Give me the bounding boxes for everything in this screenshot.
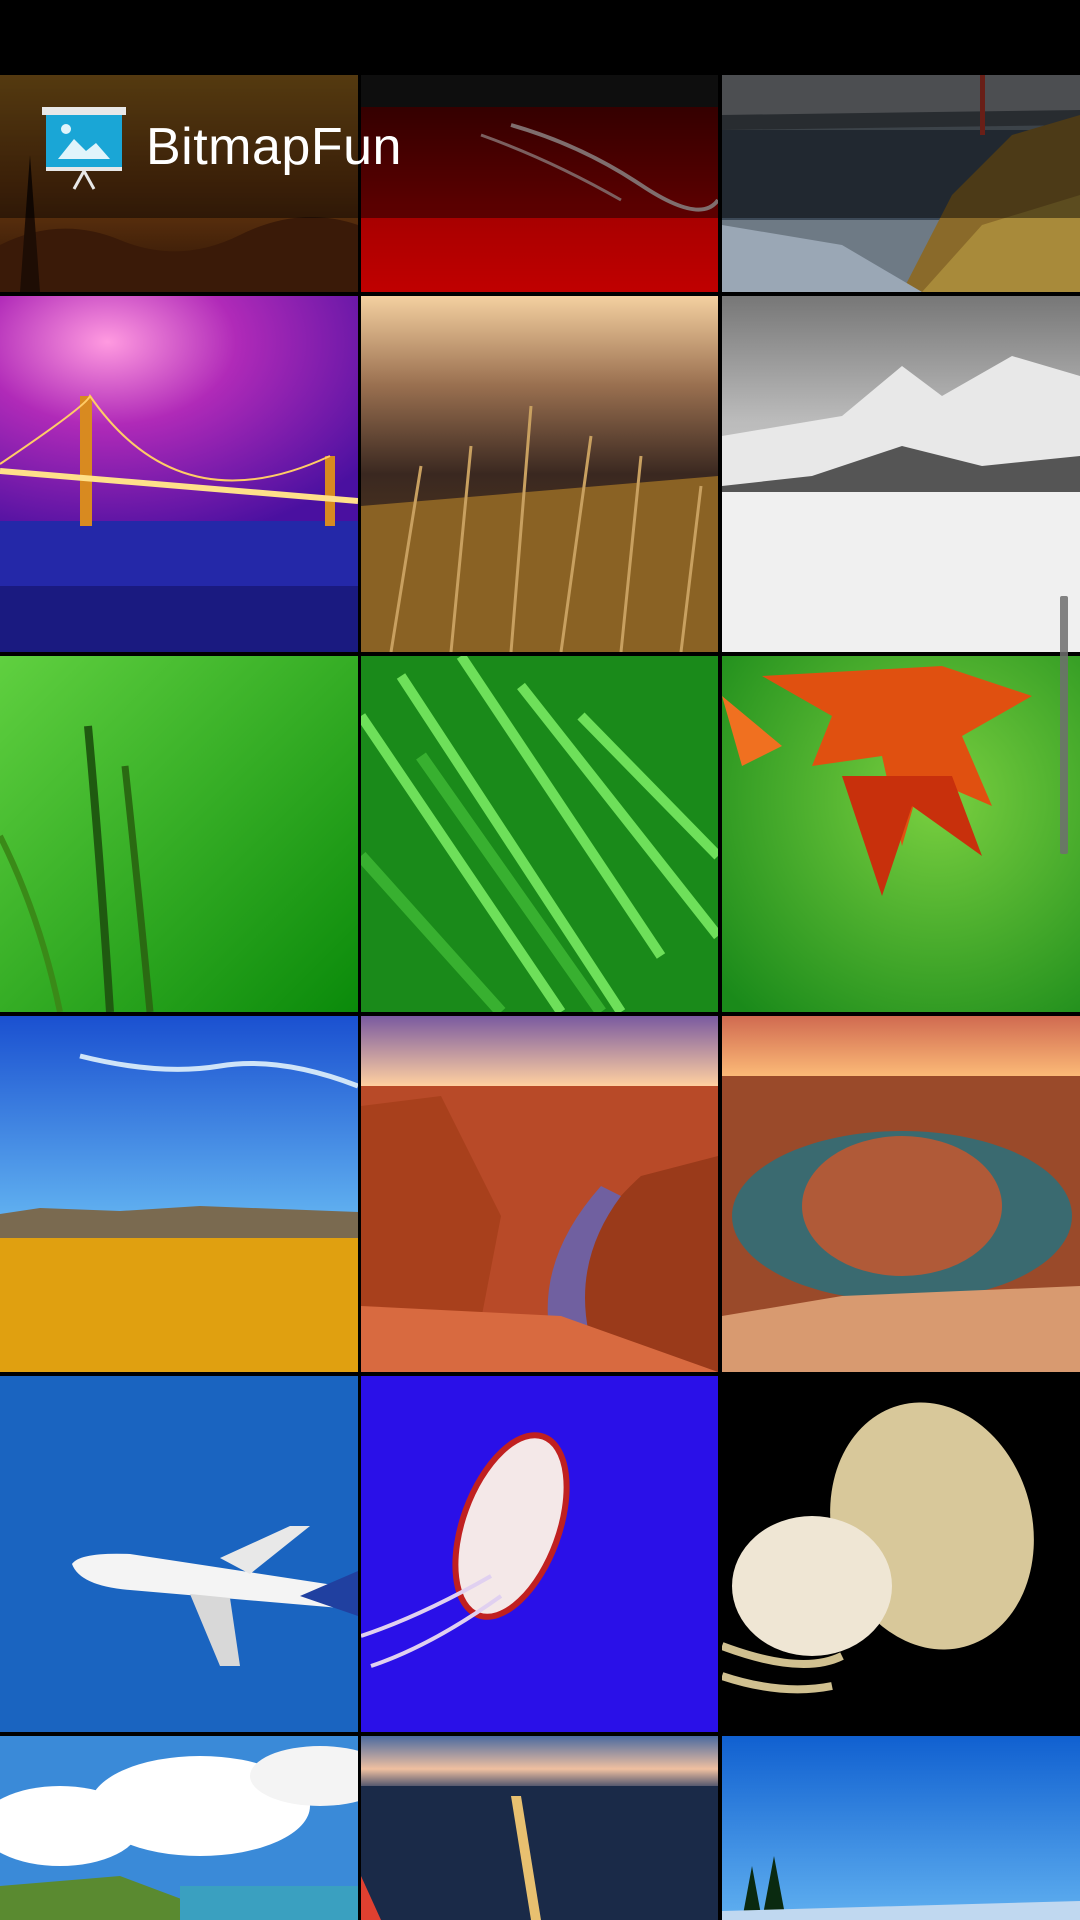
app-title: BitmapFun [146,118,402,176]
image-tile-snowy-mountains[interactable] [722,296,1080,652]
image-tile-green-grass[interactable] [0,656,358,1012]
image-tile-clouds-coast[interactable] [0,1736,358,1920]
image-tile-desert-plain[interactable] [0,1016,358,1372]
image-tile-jellyfish-black[interactable] [722,1376,1080,1732]
image-tile-maple-leaf[interactable] [722,656,1080,1012]
image-tile-blue-sky-trees[interactable] [722,1736,1080,1920]
slideshow-icon[interactable] [40,105,128,193]
status-bar [0,0,1080,75]
image-tile-golden-gate-night[interactable] [0,296,358,652]
image-tile-green-grass-closeup[interactable] [361,656,718,1012]
action-bar: BitmapFun [0,75,1080,218]
image-tile-dry-grass[interactable] [361,296,718,652]
image-tile-airplane[interactable] [0,1376,358,1732]
image-tile-red-canyon[interactable] [361,1016,718,1372]
image-tile-horseshoe-bend[interactable] [722,1016,1080,1372]
scrollbar-thumb[interactable] [1060,596,1068,854]
image-tile-city-dusk[interactable] [361,1736,718,1920]
image-tile-jellyfish-blue[interactable] [361,1376,718,1732]
